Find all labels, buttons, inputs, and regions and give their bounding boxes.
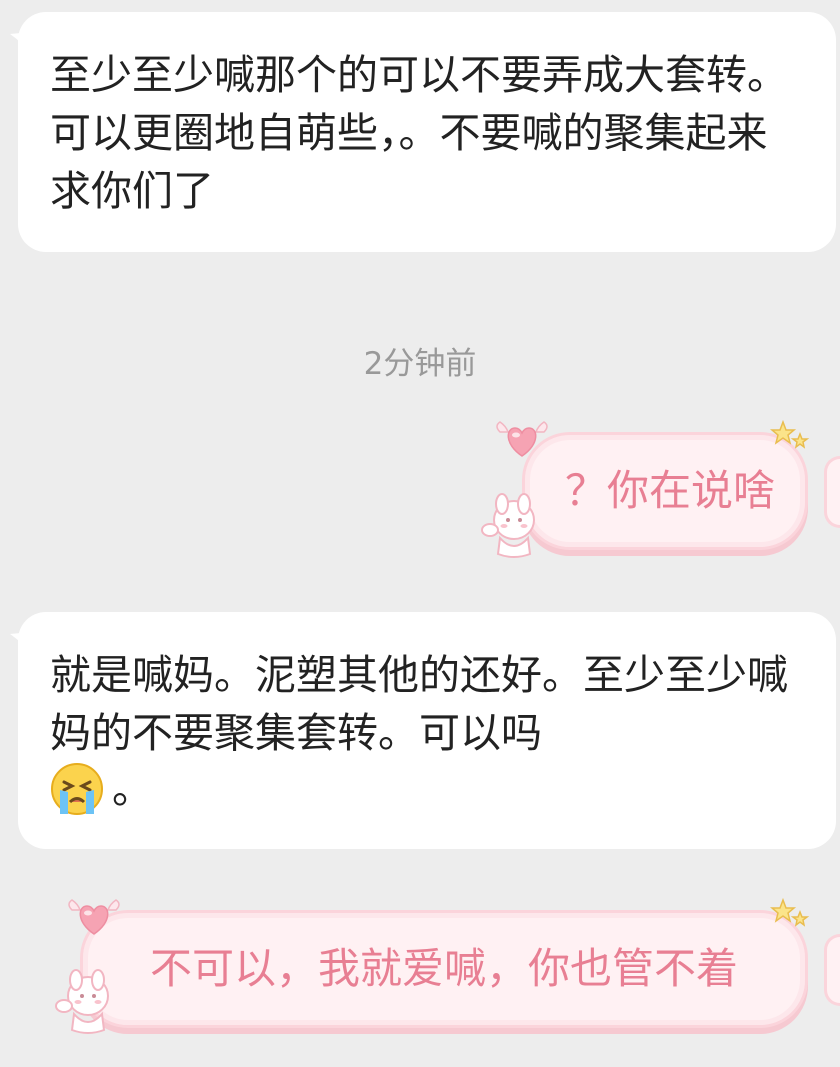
bubble-edge-decoration (824, 456, 840, 528)
bunny-sticker-icon (55, 969, 109, 1034)
winged-heart-icon (496, 421, 548, 457)
message-text-suffix: 。 (112, 765, 153, 813)
bubble-tail-icon (10, 32, 32, 56)
incoming-message-bubble[interactable]: 至少至少喊那个的可以不要弄成大套转。 可以更圈地自萌些，。不要喊的聚集起来求你们… (10, 12, 836, 252)
message-timestamp: 2分钟前 (363, 346, 477, 382)
crying-face-icon (51, 763, 103, 815)
star-icon (770, 420, 810, 449)
message-text: 不可以，我就爱喊，你也管不着 (149, 944, 738, 993)
outgoing-message-bubble[interactable]: 不可以，我就爱喊，你也管不着 (80, 910, 808, 1028)
bubble-tail-icon (10, 632, 32, 656)
message-text-body: 就是喊妈。泥塑其他的还好。至少至少喊妈的不要聚集套转。可以吗 (50, 651, 788, 757)
winged-heart-icon (68, 899, 120, 935)
bunny-sticker-icon (481, 493, 535, 558)
incoming-message-bubble[interactable]: 就是喊妈。泥塑其他的还好。至少至少喊妈的不要聚集套转。可以吗 。 (10, 612, 836, 849)
outgoing-message-bubble[interactable]: ？你在说啥 (522, 432, 808, 550)
message-text: ？你在说啥 (564, 466, 775, 515)
message-text: 就是喊妈。泥塑其他的还好。至少至少喊妈的不要聚集套转。可以吗 (50, 646, 806, 762)
bubble-edge-decoration (824, 934, 840, 1006)
star-icon (770, 898, 810, 927)
message-emoji-line: 。 (50, 760, 153, 818)
message-text: 至少至少喊那个的可以不要弄成大套转。 可以更圈地自萌些，。不要喊的聚集起来求你们… (50, 51, 788, 215)
